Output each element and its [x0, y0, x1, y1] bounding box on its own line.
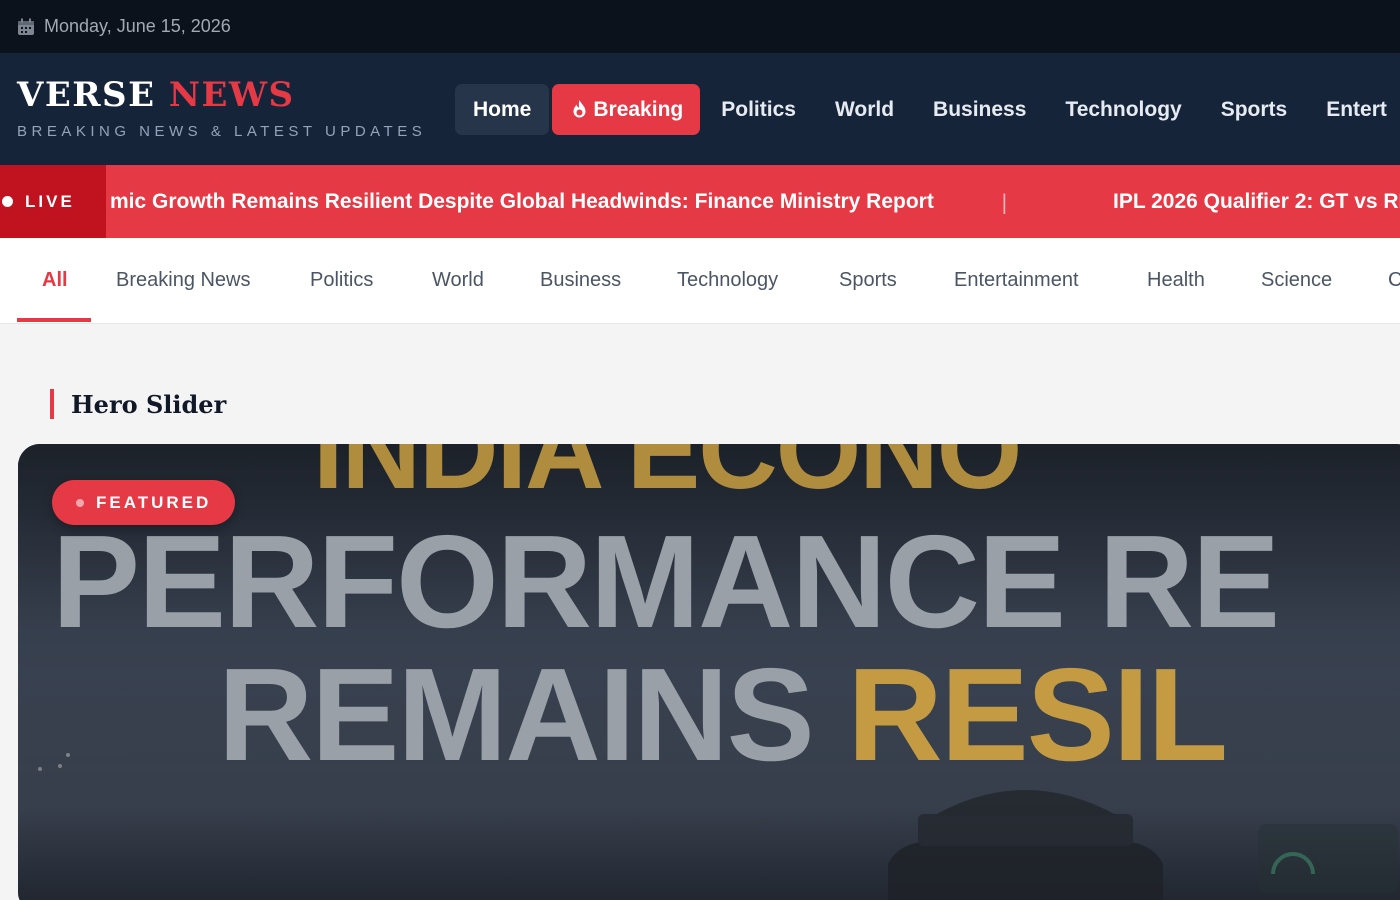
ticker-track: mic Growth Remains Resilient Despite Glo… — [106, 165, 1400, 238]
nav-item-business[interactable]: Business — [915, 84, 1044, 135]
hero-headline-line-2: PERFORMANCE RE — [52, 508, 1280, 655]
ticker-headline[interactable]: IPL 2026 Qualifier 2: GT vs RR — [1113, 165, 1400, 238]
fire-icon — [573, 100, 586, 118]
tab-technology[interactable]: Technology — [677, 238, 778, 323]
site-logo[interactable]: VERSE NEWS BREAKING NEWS & LATEST UPDATE… — [17, 75, 426, 140]
hero-headline-word: REMAINS — [218, 641, 848, 788]
featured-badge: FEATURED — [52, 480, 236, 525]
logo-word-verse: VERSE — [17, 75, 156, 115]
nav-item-label: World — [834, 97, 895, 121]
nav-item-world[interactable]: World — [817, 84, 912, 135]
live-label: LIVE — [25, 191, 75, 211]
nav-item-home[interactable]: Home — [455, 84, 550, 135]
featured-label: FEATURED — [96, 492, 212, 512]
logo-word-news: NEWS — [168, 75, 295, 115]
top-date-bar: Monday, June 15, 2026 — [0, 0, 1400, 53]
tab-all[interactable]: All — [42, 238, 68, 323]
live-badge: LIVE — [0, 165, 106, 238]
hero-slide[interactable]: INDIA ECONO PERFORMANCE RE REMAINS RESIL… — [18, 444, 1400, 900]
nav-item-technology[interactable]: Technology — [1047, 84, 1199, 135]
tab-sports[interactable]: Sports — [839, 238, 897, 323]
main-nav: Home Breaking Politics World Business Te… — [455, 84, 1400, 135]
tab-breaking-news[interactable]: Breaking News — [116, 238, 251, 323]
hero-headline-line-3: REMAINS RESIL — [218, 639, 1228, 790]
hero-headline-line-1: INDIA ECONO — [313, 444, 1022, 512]
site-header: VERSE NEWS BREAKING NEWS & LATEST UPDATE… — [0, 53, 1400, 165]
calendar-icon — [18, 18, 34, 35]
current-date: Monday, June 15, 2026 — [44, 16, 231, 36]
live-dot-icon — [2, 196, 13, 207]
tab-world[interactable]: World — [432, 238, 484, 323]
section-title: Hero Slider — [71, 389, 227, 419]
section-heading: Hero Slider — [50, 389, 226, 419]
tab-health[interactable]: Health — [1147, 238, 1205, 323]
category-tabs: All Breaking News Politics World Busines… — [0, 238, 1400, 324]
section-accent-bar — [50, 389, 54, 419]
featured-dot-icon — [76, 498, 84, 507]
nav-item-breaking[interactable]: Breaking — [552, 84, 701, 135]
tab-science[interactable]: Science — [1261, 238, 1332, 323]
hero-headline-word-highlight: RESIL — [847, 641, 1228, 788]
tab-business[interactable]: Business — [540, 238, 621, 323]
nav-item-entertainment[interactable]: Entert — [1308, 84, 1400, 135]
nav-item-sports[interactable]: Sports — [1203, 84, 1306, 135]
ticker-separator: | — [1001, 189, 1008, 214]
nav-item-politics[interactable]: Politics — [703, 84, 814, 135]
tab-politics[interactable]: Politics — [310, 238, 373, 323]
nav-item-label: Business — [933, 97, 1027, 121]
nav-item-label: Technology — [1065, 97, 1182, 121]
nav-item-label: Sports — [1220, 97, 1288, 121]
nav-item-label: Breaking — [593, 97, 684, 121]
tab-entertainment[interactable]: Entertainment — [954, 238, 1079, 323]
nav-item-label: Home — [473, 97, 532, 121]
active-tab-indicator — [17, 318, 91, 322]
nav-item-label: Entert — [1326, 97, 1387, 121]
ticker-headline[interactable]: mic Growth Remains Resilient Despite Glo… — [110, 165, 934, 238]
logo-tagline: BREAKING NEWS & LATEST UPDATES — [17, 123, 427, 140]
logo-wordmark: VERSE NEWS — [17, 75, 426, 115]
nav-item-label: Politics — [721, 97, 796, 121]
tab-more[interactable]: C — [1388, 238, 1400, 323]
live-ticker: LIVE mic Growth Remains Resilient Despit… — [0, 165, 1400, 238]
